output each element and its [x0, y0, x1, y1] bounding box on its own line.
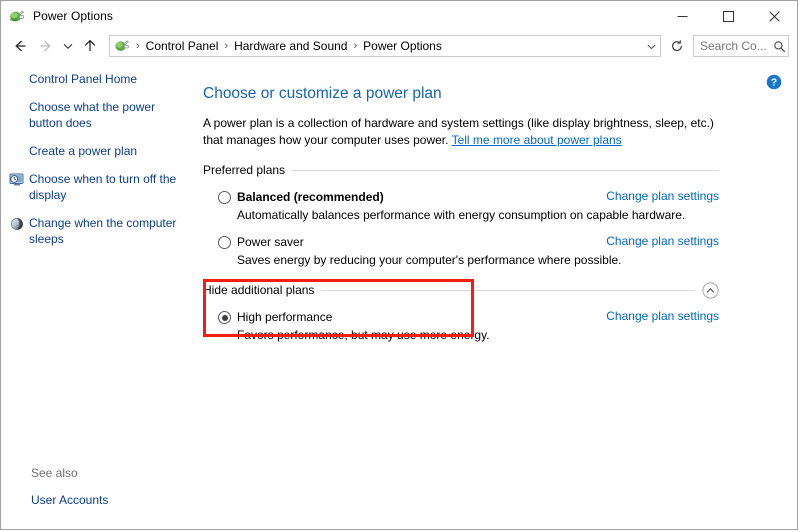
breadcrumb-separator: ›: [224, 39, 229, 52]
up-button[interactable]: [77, 34, 103, 58]
close-icon: [768, 10, 780, 22]
section-header: Hide additional plans: [203, 281, 719, 299]
plan-name: Power saver: [237, 235, 304, 249]
breadcrumb-separator: ›: [353, 39, 358, 52]
help-button[interactable]: ?: [766, 74, 782, 90]
power-plug-icon: [113, 38, 130, 54]
up-arrow-icon: [84, 39, 96, 51]
power-plug-icon: [8, 8, 25, 25]
tell-me-more-link[interactable]: Tell me more about power plans: [452, 133, 622, 147]
search-box[interactable]: [693, 35, 789, 57]
sidebar-item-create-power-plan[interactable]: Create a power plan: [1, 143, 197, 159]
plan-description: Favors performance, but may use more ene…: [237, 328, 490, 342]
address-bar[interactable]: › Control Panel › Hardware and Sound › P…: [109, 35, 661, 57]
sidebar-item-control-panel-home[interactable]: Control Panel Home: [1, 71, 197, 87]
plan-row-high-performance[interactable]: High performance Favors performance, but…: [203, 309, 719, 343]
radio-balanced[interactable]: [218, 191, 231, 204]
plan-description: Automatically balances performance with …: [237, 208, 686, 222]
content-area: Control Panel Home Choose what the power…: [1, 61, 797, 529]
radio-power-saver[interactable]: [218, 236, 231, 249]
refresh-icon: [672, 40, 682, 51]
plan-name: Balanced (recommended): [237, 190, 384, 204]
section-title: Hide additional plans: [203, 283, 315, 297]
breadcrumb-item-power-options[interactable]: Power Options: [360, 37, 445, 55]
maximize-icon: [722, 10, 734, 22]
sidebar-item-label: Change when the computer sleeps: [29, 216, 177, 246]
display-clock-icon: [9, 172, 25, 188]
power-options-window: Power Options › Control Panel › Hardware…: [0, 0, 798, 530]
breadcrumb: › Control Panel › Hardware and Sound › P…: [133, 37, 642, 55]
breadcrumb-item-control-panel[interactable]: Control Panel: [143, 37, 222, 55]
minimize-icon: [677, 15, 687, 17]
plan-row-balanced[interactable]: Balanced (recommended) Automatically bal…: [203, 189, 719, 223]
svg-text:?: ?: [771, 77, 777, 89]
see-also-label: See also: [31, 466, 78, 480]
sidebar-item-label: Choose when to turn off the display: [29, 172, 177, 202]
change-plan-settings-link-high-performance[interactable]: Change plan settings: [606, 309, 719, 323]
maximize-button[interactable]: [705, 1, 751, 31]
section-header: Preferred plans: [203, 162, 719, 178]
sidebar-item-turn-off-display[interactable]: Choose when to turn off the display: [1, 171, 197, 203]
help-question-icon: ?: [766, 74, 782, 90]
sidebar-item-label: Control Panel Home: [29, 72, 138, 86]
address-dropdown-button[interactable]: [642, 36, 660, 56]
recent-locations-button[interactable]: [59, 34, 77, 58]
change-plan-settings-link-balanced[interactable]: Change plan settings: [606, 189, 719, 203]
plan-row-power-saver[interactable]: Power saver Saves energy by reducing you…: [203, 234, 719, 268]
see-also-link-user-accounts[interactable]: User Accounts: [31, 493, 187, 507]
change-plan-settings-link-power-saver[interactable]: Change plan settings: [606, 234, 719, 248]
radio-high-performance[interactable]: [218, 311, 231, 324]
section-divider: [292, 169, 719, 171]
back-arrow-icon: [15, 40, 26, 52]
search-icon[interactable]: [770, 40, 788, 53]
back-button[interactable]: [7, 34, 33, 58]
plan-description: Saves energy by reducing your computer's…: [237, 253, 622, 267]
collapse-toggle-button[interactable]: [702, 281, 719, 299]
forward-button[interactable]: [33, 34, 59, 58]
section-additional-plans: Hide additional plans High performance F…: [203, 281, 719, 343]
moon-sleep-icon: [9, 216, 25, 232]
window-title: Power Options: [33, 9, 114, 23]
search-input[interactable]: [700, 39, 770, 53]
sidebar-item-computer-sleeps[interactable]: Change when the computer sleeps: [1, 215, 197, 247]
sidebar-item-label: Create a power plan: [29, 144, 138, 158]
window-controls: [659, 1, 797, 31]
plan-name: High performance: [237, 310, 333, 324]
main-content: ? Choose or customize a power plan A pow…: [197, 62, 797, 529]
title-bar: Power Options: [1, 1, 797, 31]
page-title: Choose or customize a power plan: [203, 85, 442, 102]
refresh-button[interactable]: [665, 34, 689, 58]
navigation-bar: › Control Panel › Hardware and Sound › P…: [1, 31, 797, 61]
sidebar-item-label: Choose what the power button does: [29, 100, 156, 130]
sidebar-item-power-button-does[interactable]: Choose what the power button does: [1, 99, 197, 131]
see-also-section: See also User Accounts: [1, 466, 197, 507]
section-divider: [321, 289, 695, 291]
chevron-down-icon: [646, 44, 656, 49]
chevron-down-icon: [63, 43, 73, 49]
chevron-up-circle-icon: [702, 281, 719, 299]
sidebar-bottom-spacer: [1, 507, 197, 529]
forward-arrow-icon: [40, 40, 51, 52]
breadcrumb-separator: ›: [136, 39, 140, 52]
minimize-button[interactable]: [659, 1, 705, 31]
sidebar: Control Panel Home Choose what the power…: [1, 62, 197, 529]
section-title: Preferred plans: [203, 163, 286, 177]
close-button[interactable]: [751, 1, 797, 31]
section-preferred-plans: Preferred plans Balanced (recommended) A…: [203, 162, 719, 268]
page-description: A power plan is a collection of hardware…: [203, 115, 719, 148]
breadcrumb-item-hardware-and-sound[interactable]: Hardware and Sound: [231, 37, 350, 55]
